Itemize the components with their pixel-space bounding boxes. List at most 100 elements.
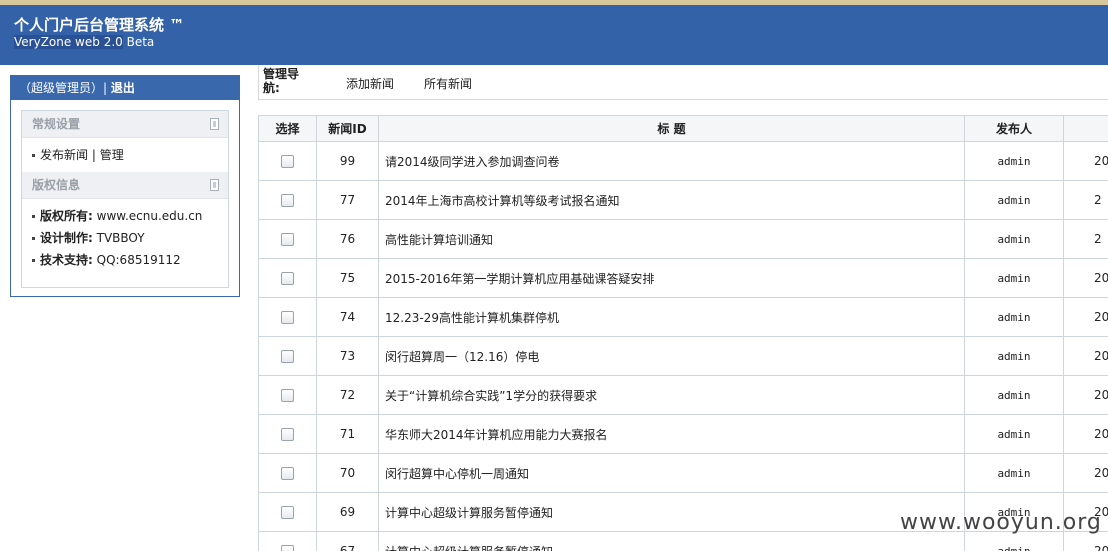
publisher-cell: admin <box>964 453 1064 493</box>
section-title: 常规设置 <box>32 117 81 131</box>
design-value: TVBBOY <box>92 231 145 245</box>
row-checkbox[interactable] <box>281 155 294 168</box>
add-news-link[interactable]: 添加新闻 <box>346 75 394 92</box>
copyright-value: www.ecnu.edu.cn <box>92 209 203 223</box>
row-select-cell <box>258 453 317 493</box>
sidebar-user-bar: （超级管理员）| 退出 <box>11 76 239 100</box>
nav-label: 管理导航: <box>263 67 300 95</box>
section-title: 版权信息 <box>32 178 81 192</box>
date-cell: 20 <box>1063 375 1108 415</box>
news-title-link[interactable]: 2014年上海市高校计算机等级考试报名通知 <box>378 180 965 220</box>
news-title-link[interactable]: 2015-2016年第一学期计算机应用基础课答疑安排 <box>378 258 965 298</box>
col-publisher: 发布人 <box>964 115 1064 142</box>
news-id-cell: 77 <box>316 180 379 220</box>
copyright-label: 版权所有: <box>40 209 93 223</box>
watermark: www.wooyun.org <box>900 510 1102 535</box>
collapse-icon[interactable] <box>210 179 219 191</box>
bullet-icon <box>32 237 35 240</box>
bullet-icon <box>32 215 35 218</box>
publisher-cell: admin <box>964 258 1064 298</box>
manage-news-link[interactable]: 管理 <box>100 148 124 162</box>
row-checkbox[interactable] <box>281 467 294 480</box>
brand-suffix: Beta <box>122 35 155 49</box>
row-select-cell <box>258 531 317 551</box>
date-cell: 20 <box>1063 414 1108 454</box>
col-news-id: 新闻ID <box>316 115 379 142</box>
table-header-row: 选择 新闻ID 标 题 发布人 <box>258 115 1108 142</box>
row-select-cell <box>258 375 317 415</box>
publish-news-link[interactable]: 发布新闻 <box>40 148 88 162</box>
row-select-cell <box>258 297 317 337</box>
table-row: 71 华东师大2014年计算机应用能力大赛报名 admin 20 <box>258 414 1108 454</box>
row-checkbox[interactable] <box>281 272 294 285</box>
all-news-link[interactable]: 所有新闻 <box>424 75 472 92</box>
date-cell: 2 <box>1063 180 1108 220</box>
row-checkbox[interactable] <box>281 350 294 363</box>
publisher-cell: admin <box>964 180 1064 220</box>
row-select-cell <box>258 141 317 181</box>
design-line: 设计制作: TVBBOY <box>22 227 228 249</box>
news-id-cell: 72 <box>316 375 379 415</box>
bullet-icon <box>32 259 35 262</box>
news-id-cell: 67 <box>316 531 379 551</box>
news-title-link[interactable]: 闵行超算中心停机一周通知 <box>378 453 965 493</box>
row-checkbox[interactable] <box>281 389 294 402</box>
app-title: 个人门户后台管理系统 ™ <box>14 16 185 34</box>
news-table-container: 选择 新闻ID 标 题 发布人 99 请2014级同学进入参加调查问卷 admin 2… <box>258 115 1108 551</box>
news-id-cell: 69 <box>316 492 379 532</box>
row-checkbox[interactable] <box>281 194 294 207</box>
brand-name: VeryZone web 2.0 <box>14 35 123 49</box>
date-cell: 2 <box>1063 219 1108 259</box>
support-label: 技术支持: <box>40 253 93 267</box>
row-checkbox[interactable] <box>281 506 294 519</box>
news-id-cell: 99 <box>316 141 379 181</box>
user-role: （超级管理员）| <box>19 81 108 95</box>
table-row: 72 关于“计算机综合实践”1学分的获得要求 admin 20 <box>258 375 1108 415</box>
table-row: 73 闵行超算周一（12.16）停电 admin 20 <box>258 336 1108 376</box>
table-row: 76 高性能计算培训通知 admin 2 <box>258 219 1108 259</box>
news-title-link[interactable]: 闵行超算周一（12.16）停电 <box>378 336 965 376</box>
news-title-link[interactable]: 关于“计算机综合实践”1学分的获得要求 <box>378 375 965 415</box>
row-select-cell <box>258 336 317 376</box>
table-row: 75 2015-2016年第一学期计算机应用基础课答疑安排 admin 20 <box>258 258 1108 298</box>
management-nav: 管理导航: 添加新闻 所有新闻 <box>258 65 1108 100</box>
sidebar-panel: 常规设置 发布新闻 | 管理 版权信息 版权所有: www.ecnu.edu.c… <box>21 110 229 288</box>
news-title-link[interactable]: 请2014级同学进入参加调查问卷 <box>378 141 965 181</box>
row-checkbox[interactable] <box>281 545 294 551</box>
table-row: 99 请2014级同学进入参加调查问卷 admin 20 <box>258 141 1108 181</box>
collapse-icon[interactable] <box>210 118 219 130</box>
news-id-cell: 73 <box>316 336 379 376</box>
logout-link[interactable]: 退出 <box>111 81 135 95</box>
date-cell: 20 <box>1063 141 1108 181</box>
sidebar-item-news: 发布新闻 | 管理 <box>22 144 228 166</box>
row-select-cell <box>258 180 317 220</box>
news-title-link[interactable]: 12.23-29高性能计算机集群停机 <box>378 297 965 337</box>
col-date <box>1063 115 1108 142</box>
news-title-link[interactable]: 计算中心超级计算服务暂停通知 <box>378 531 965 551</box>
row-checkbox[interactable] <box>281 428 294 441</box>
news-title-link[interactable]: 计算中心超级计算服务暂停通知 <box>378 492 965 532</box>
row-select-cell <box>258 219 317 259</box>
publisher-cell: admin <box>964 336 1064 376</box>
publisher-cell: admin <box>964 141 1064 181</box>
news-id-cell: 71 <box>316 414 379 454</box>
news-table: 选择 新闻ID 标 题 发布人 99 请2014级同学进入参加调查问卷 admin 2… <box>258 115 1108 551</box>
table-row: 74 12.23-29高性能计算机集群停机 admin 20 <box>258 297 1108 337</box>
news-id-cell: 76 <box>316 219 379 259</box>
date-cell: 20 <box>1063 258 1108 298</box>
row-select-cell <box>258 414 317 454</box>
row-checkbox[interactable] <box>281 233 294 246</box>
row-select-cell <box>258 258 317 298</box>
row-checkbox[interactable] <box>281 311 294 324</box>
copyright-line: 版权所有: www.ecnu.edu.cn <box>22 205 228 227</box>
table-row: 70 闵行超算中心停机一周通知 admin 20 <box>258 453 1108 493</box>
section-copyright[interactable]: 版权信息 <box>22 172 228 199</box>
sidebar: （超级管理员）| 退出 常规设置 发布新闻 | 管理 版权信息 版权所有: ww… <box>10 75 240 297</box>
bullet-icon <box>32 154 35 157</box>
col-select: 选择 <box>258 115 317 142</box>
publisher-cell: admin <box>964 375 1064 415</box>
news-title-link[interactable]: 高性能计算培训通知 <box>378 219 965 259</box>
section-general-settings[interactable]: 常规设置 <box>22 111 228 138</box>
news-title-link[interactable]: 华东师大2014年计算机应用能力大赛报名 <box>378 414 965 454</box>
support-line: 技术支持: QQ:68519112 <box>22 249 228 271</box>
